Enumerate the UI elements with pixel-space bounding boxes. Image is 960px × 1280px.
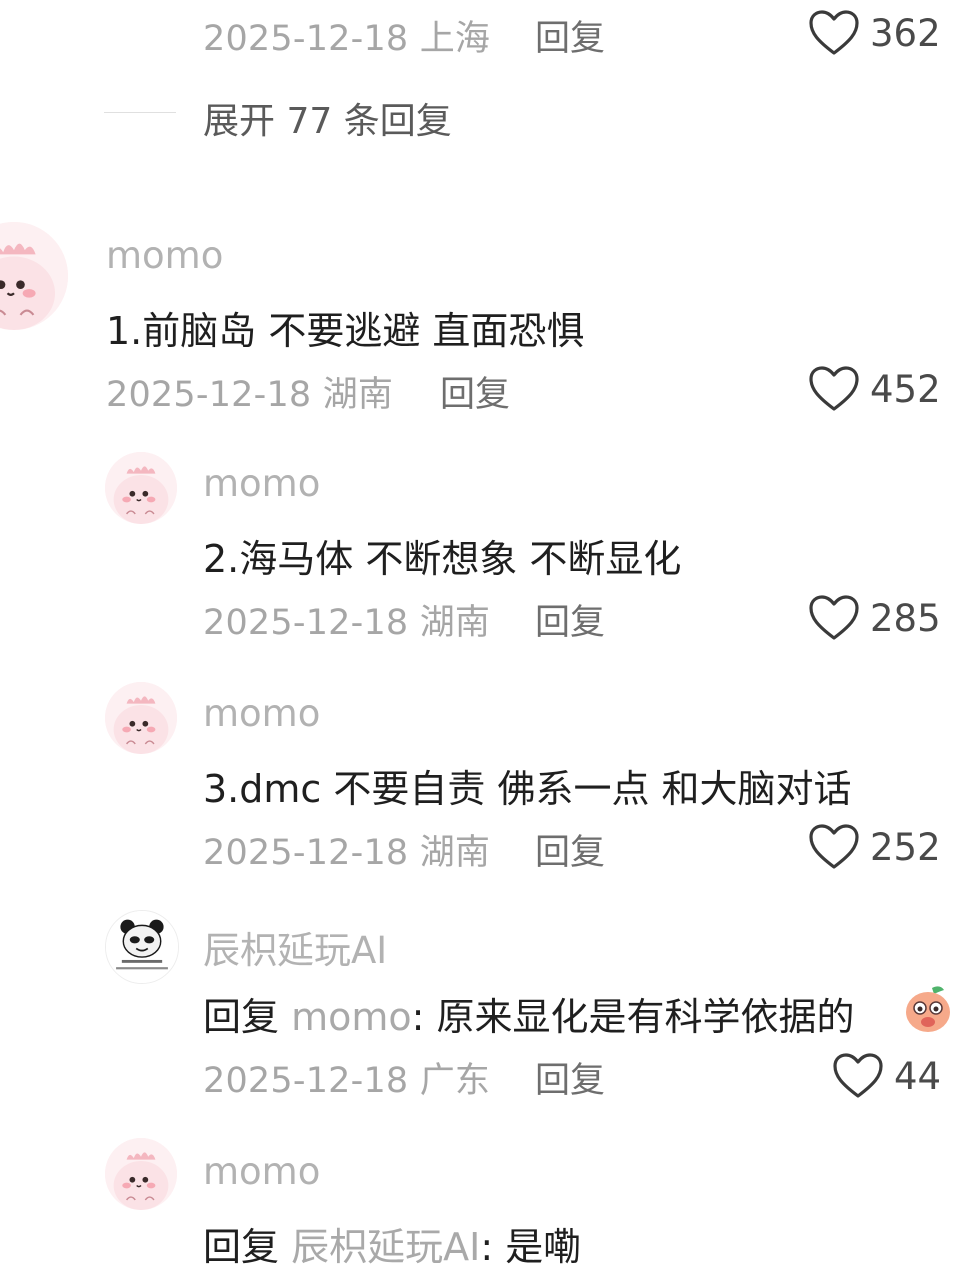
comment-text: 2.海马体 不断想象 不断显化: [203, 537, 682, 581]
reply-button[interactable]: 回复: [535, 1052, 605, 1103]
like-button[interactable]: 252: [808, 820, 941, 874]
comment-text: 回复 辰枳延玩AI: 是嘞: [203, 1216, 581, 1271]
heart-outline-icon: [809, 595, 859, 640]
reply-button[interactable]: 回复: [535, 824, 605, 875]
like-button[interactable]: 285: [808, 591, 941, 645]
like-button[interactable]: 44: [832, 1049, 941, 1103]
comment-text: 3.dmc 不要自责 佛系一点 和大脑对话: [203, 767, 852, 811]
username[interactable]: momo: [106, 234, 223, 277]
like-count: 362: [870, 11, 941, 55]
comment-body: : 是嘞: [480, 1225, 582, 1269]
comment-meta: 2025-12-18 湖南: [106, 366, 393, 417]
pink-dino-avatar: [105, 682, 177, 754]
like-count: 44: [894, 1054, 942, 1098]
like-count: 285: [870, 596, 941, 640]
like-button[interactable]: 452: [808, 362, 941, 416]
expand-replies-button[interactable]: 展开 77 条回复: [203, 92, 452, 144]
reply-button[interactable]: 回复: [440, 366, 510, 417]
comment-location: 湖南: [419, 603, 491, 643]
heart-outline-icon: [809, 366, 859, 411]
reply-prefix: 回复: [203, 995, 280, 1039]
heart-outline-icon: [809, 10, 859, 55]
avatar[interactable]: [105, 910, 179, 984]
avatar[interactable]: [105, 452, 177, 524]
username[interactable]: 辰枳延玩AI: [203, 920, 387, 974]
top-comment-meta: 2025-12-18 上海: [203, 10, 490, 61]
heart-outline-icon: [833, 1053, 883, 1098]
reply-prefix: 回复: [203, 1225, 280, 1269]
expand-divider: [104, 112, 176, 113]
peach-shy-emoji: [902, 982, 954, 1034]
reply-button[interactable]: 回复: [535, 594, 605, 645]
comment-body: : 原来显化是有科学依据的: [411, 995, 855, 1039]
avatar[interactable]: [105, 682, 177, 754]
comment-meta: 2025-12-18 湖南: [203, 594, 490, 645]
avatar[interactable]: [105, 1138, 177, 1210]
comment-text: 回复 momo: 原来显化是有科学依据的: [203, 986, 855, 1041]
panda-meme-avatar: [106, 911, 178, 983]
mention-username[interactable]: momo: [291, 995, 412, 1039]
comment-meta: 2025-12-18 湖南: [203, 824, 490, 875]
like-count: 252: [870, 825, 941, 869]
reply-button[interactable]: 回复: [535, 10, 605, 61]
like-button[interactable]: 362: [808, 6, 941, 60]
comment-date: 2025-12-18: [203, 833, 409, 873]
heart-outline-icon: [809, 824, 859, 869]
pink-dino-avatar: [0, 222, 68, 330]
comment-date: 2025-12-18: [203, 19, 409, 59]
pink-dino-avatar: [105, 452, 177, 524]
mention-username[interactable]: 辰枳延玩AI: [291, 1225, 480, 1269]
pink-dino-avatar: [105, 1138, 177, 1210]
comment-meta: 2025-12-18 广东: [203, 1052, 490, 1103]
comment-text: 1.前脑岛 不要逃避 直面恐惧: [106, 309, 585, 353]
comment-location: 广东: [419, 1061, 491, 1101]
comment-location: 湖南: [322, 375, 394, 415]
like-count: 452: [870, 367, 941, 411]
comment-date: 2025-12-18: [203, 1061, 409, 1101]
username[interactable]: momo: [203, 692, 320, 735]
username[interactable]: momo: [203, 462, 320, 505]
comment-date: 2025-12-18: [203, 603, 409, 643]
comment-location: 湖南: [419, 833, 491, 873]
comment-location: 上海: [419, 19, 491, 59]
avatar[interactable]: [0, 222, 68, 330]
username[interactable]: momo: [203, 1150, 320, 1193]
comment-date: 2025-12-18: [106, 375, 312, 415]
